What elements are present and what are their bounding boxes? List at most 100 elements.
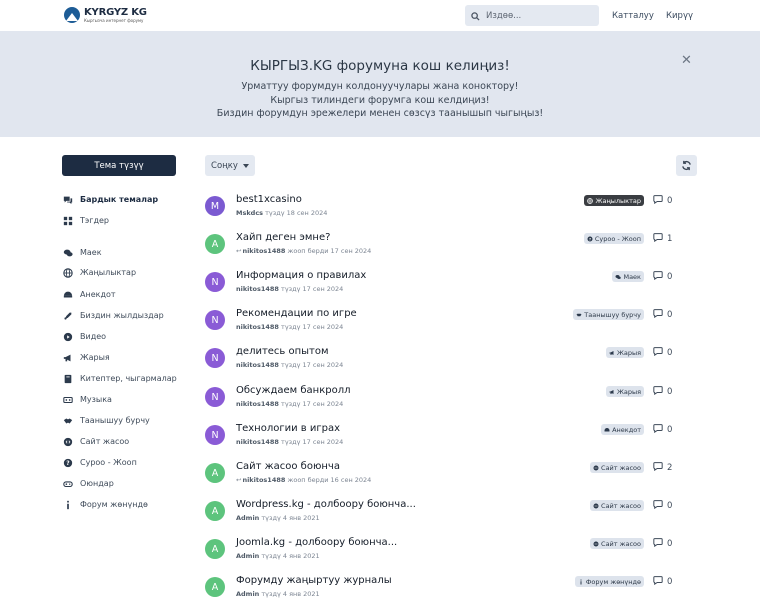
topic-row[interactable]: A Хайп деген эмне? ↩nikitos1488 жооп берди… xyxy=(204,230,698,264)
topic-title[interactable]: Технологии в играх xyxy=(236,423,340,434)
topic-author[interactable]: nikitos1488 xyxy=(242,247,285,255)
avatar[interactable]: M xyxy=(205,196,225,216)
topic-title[interactable]: Wordpress.kg - долбоору боюнча... xyxy=(236,499,416,510)
topic-tag[interactable]: Анекдот xyxy=(601,424,644,435)
topic-row[interactable]: A Сайт жасоо боюнча ↩nikitos1488 жооп берд… xyxy=(204,459,698,493)
sidebar-item-label: Анекдот xyxy=(80,290,116,299)
sidebar-item[interactable]: Маек xyxy=(62,247,102,258)
topic-author[interactable]: nikitos1488 xyxy=(236,400,279,408)
topic-title[interactable]: Сайт жасоо боюнча xyxy=(236,461,340,472)
sort-dropdown[interactable]: Соңку xyxy=(205,155,255,176)
globe-icon xyxy=(587,197,594,204)
avatar[interactable]: N xyxy=(205,387,225,407)
topic-row[interactable]: N Рекомендации по игре nikitos1488 түздү 1… xyxy=(204,306,698,340)
sidebar-item[interactable]: Биздин жылдыздар xyxy=(62,310,164,321)
topic-author[interactable]: Mskdcs xyxy=(236,209,263,217)
topic-row[interactable]: N Информация о правилах nikitos1488 түздү … xyxy=(204,268,698,302)
topic-row[interactable]: A Joomla.kg - долбоору боюнча... Admin түз… xyxy=(204,535,698,569)
handshake-icon xyxy=(62,415,73,426)
comment-icon xyxy=(653,346,663,359)
avatar[interactable]: N xyxy=(205,348,225,368)
topic-title[interactable]: Рекомендации по игре xyxy=(236,308,357,319)
topic-title[interactable]: делитесь опытом xyxy=(236,346,329,357)
new-topic-button[interactable]: Тема түзүү xyxy=(62,155,176,176)
topic-row[interactable]: N Обсуждаем банкролл nikitos1488 түздү 17 … xyxy=(204,383,698,417)
topic-tag[interactable]: Жаңылыктар xyxy=(584,195,644,206)
close-icon[interactable]: ✕ xyxy=(681,53,692,68)
sidebar-item[interactable]: ? Суроо - Жооп xyxy=(62,457,137,468)
topic-tag[interactable]: Сайт жасоо xyxy=(590,500,644,511)
svg-text:?: ? xyxy=(589,237,591,241)
topic-author[interactable]: nikitos1488 xyxy=(236,323,279,331)
topic-author[interactable]: Admin xyxy=(236,514,259,522)
sidebar-item[interactable]: Таанышуу бурчу xyxy=(62,415,150,426)
sidebar-item[interactable]: Форум жөнүндө xyxy=(62,499,148,510)
comment-icon xyxy=(653,270,663,283)
topic-row[interactable]: Mbest1xcasino Mskdcs түздү 18 сен 2024 Жаң… xyxy=(204,192,698,226)
sidebar-item[interactable]: Жарыя xyxy=(62,352,110,363)
welcome-hero: КЫРГЫЗ.KG форумуна кош келиңиз! Урматтуу… xyxy=(0,31,760,137)
topic-tag[interactable]: Жарыя xyxy=(605,386,644,397)
reply-count-value: 0 xyxy=(667,386,673,397)
avatar[interactable]: N xyxy=(205,310,225,330)
reply-count: 0 xyxy=(653,537,672,550)
sidebar-item[interactable]: Бардык темалар xyxy=(62,194,158,205)
refresh-button[interactable] xyxy=(676,155,697,176)
topic-title[interactable]: Хайп деген эмне? xyxy=(236,232,330,243)
sidebar-item[interactable]: Жаңылыктар xyxy=(62,267,136,278)
topic-row[interactable]: N Технологии в играх nikitos1488 түздү 17 … xyxy=(204,421,698,455)
search-input[interactable] xyxy=(486,10,586,21)
smile-icon xyxy=(604,427,610,433)
site-logo[interactable]: KYRGYZ KG Кыргызча интернет форуму xyxy=(64,7,147,23)
avatar[interactable]: A xyxy=(205,539,225,559)
topic-author[interactable]: nikitos1488 xyxy=(236,361,279,369)
topic-row[interactable]: Nделитесь опытом nikitos1488 түздү 17 сен… xyxy=(204,344,698,378)
register-link[interactable]: Катталуу xyxy=(612,11,654,21)
sidebar-item[interactable]: Тэгдер xyxy=(62,215,109,226)
topic-tag[interactable]: Форум жөнүндө xyxy=(574,576,644,587)
gamepad-icon xyxy=(62,478,73,489)
book-icon xyxy=(62,373,73,384)
topic-author[interactable]: Admin xyxy=(236,552,259,560)
topic-row[interactable]: A Форумду жаңыртуу журналы Admin түздү 4 я… xyxy=(204,573,698,607)
avatar[interactable]: A xyxy=(205,463,225,483)
topic-time: түздү 17 сен 2024 xyxy=(281,438,344,446)
sidebar-item[interactable]: Музыка xyxy=(62,394,112,405)
avatar[interactable]: N xyxy=(205,425,225,445)
sidebar-item[interactable]: Анекдот xyxy=(62,289,116,300)
avatar[interactable]: A xyxy=(205,501,225,521)
topic-tag[interactable]: Таанышуу бурчу xyxy=(573,309,644,320)
topic-tag[interactable]: Сайт жасоо xyxy=(590,462,644,473)
topic-tag[interactable]: Маек xyxy=(612,271,644,282)
topic-meta: Admin түздү 4 янв 2021 xyxy=(236,514,320,522)
topic-author[interactable]: nikitos1488 xyxy=(236,438,279,446)
avatar[interactable]: N xyxy=(205,272,225,292)
reply-count-value: 0 xyxy=(667,347,673,358)
header: KYRGYZ KG Кыргызча интернет форуму Катта… xyxy=(0,0,760,30)
login-link[interactable]: Кирүү xyxy=(666,11,693,21)
sidebar-item[interactable]: Китептер, чыгармалар xyxy=(62,373,177,384)
bullhorn-icon xyxy=(609,389,615,395)
sidebar-item[interactable]: Сайт жасоо xyxy=(62,436,129,447)
topic-tag[interactable]: Сайт жасоо xyxy=(590,538,644,549)
sidebar-item[interactable]: Видео xyxy=(62,331,106,342)
reply-count: 2 xyxy=(653,461,672,474)
reply-count-value: 0 xyxy=(667,271,673,282)
topic-author[interactable]: nikitos1488 xyxy=(242,476,285,484)
topic-tag[interactable]: ? Суроо - Жооп xyxy=(583,233,644,244)
topic-title[interactable]: Форумду жаңыртуу журналы xyxy=(236,575,392,586)
topic-author[interactable]: Admin xyxy=(236,590,259,598)
avatar[interactable]: A xyxy=(205,234,225,254)
topic-tag[interactable]: Жарыя xyxy=(605,347,644,358)
topic-author[interactable]: nikitos1488 xyxy=(236,285,279,293)
avatar[interactable]: A xyxy=(205,577,225,597)
search-box[interactable] xyxy=(465,5,599,26)
topic-row[interactable]: A Wordpress.kg - долбоору боюнча... Admin … xyxy=(204,497,698,531)
refresh-icon xyxy=(681,156,692,175)
sidebar-item[interactable]: Оюндар xyxy=(62,478,114,489)
topic-title[interactable]: Joomla.kg - долбоору боюнча... xyxy=(236,537,397,548)
topic-title[interactable]: best1xcasino xyxy=(236,194,302,205)
topic-title[interactable]: Обсуждаем банкролл xyxy=(236,385,351,396)
topic-title[interactable]: Информация о правилах xyxy=(236,270,366,281)
svg-text:?: ? xyxy=(66,461,69,467)
